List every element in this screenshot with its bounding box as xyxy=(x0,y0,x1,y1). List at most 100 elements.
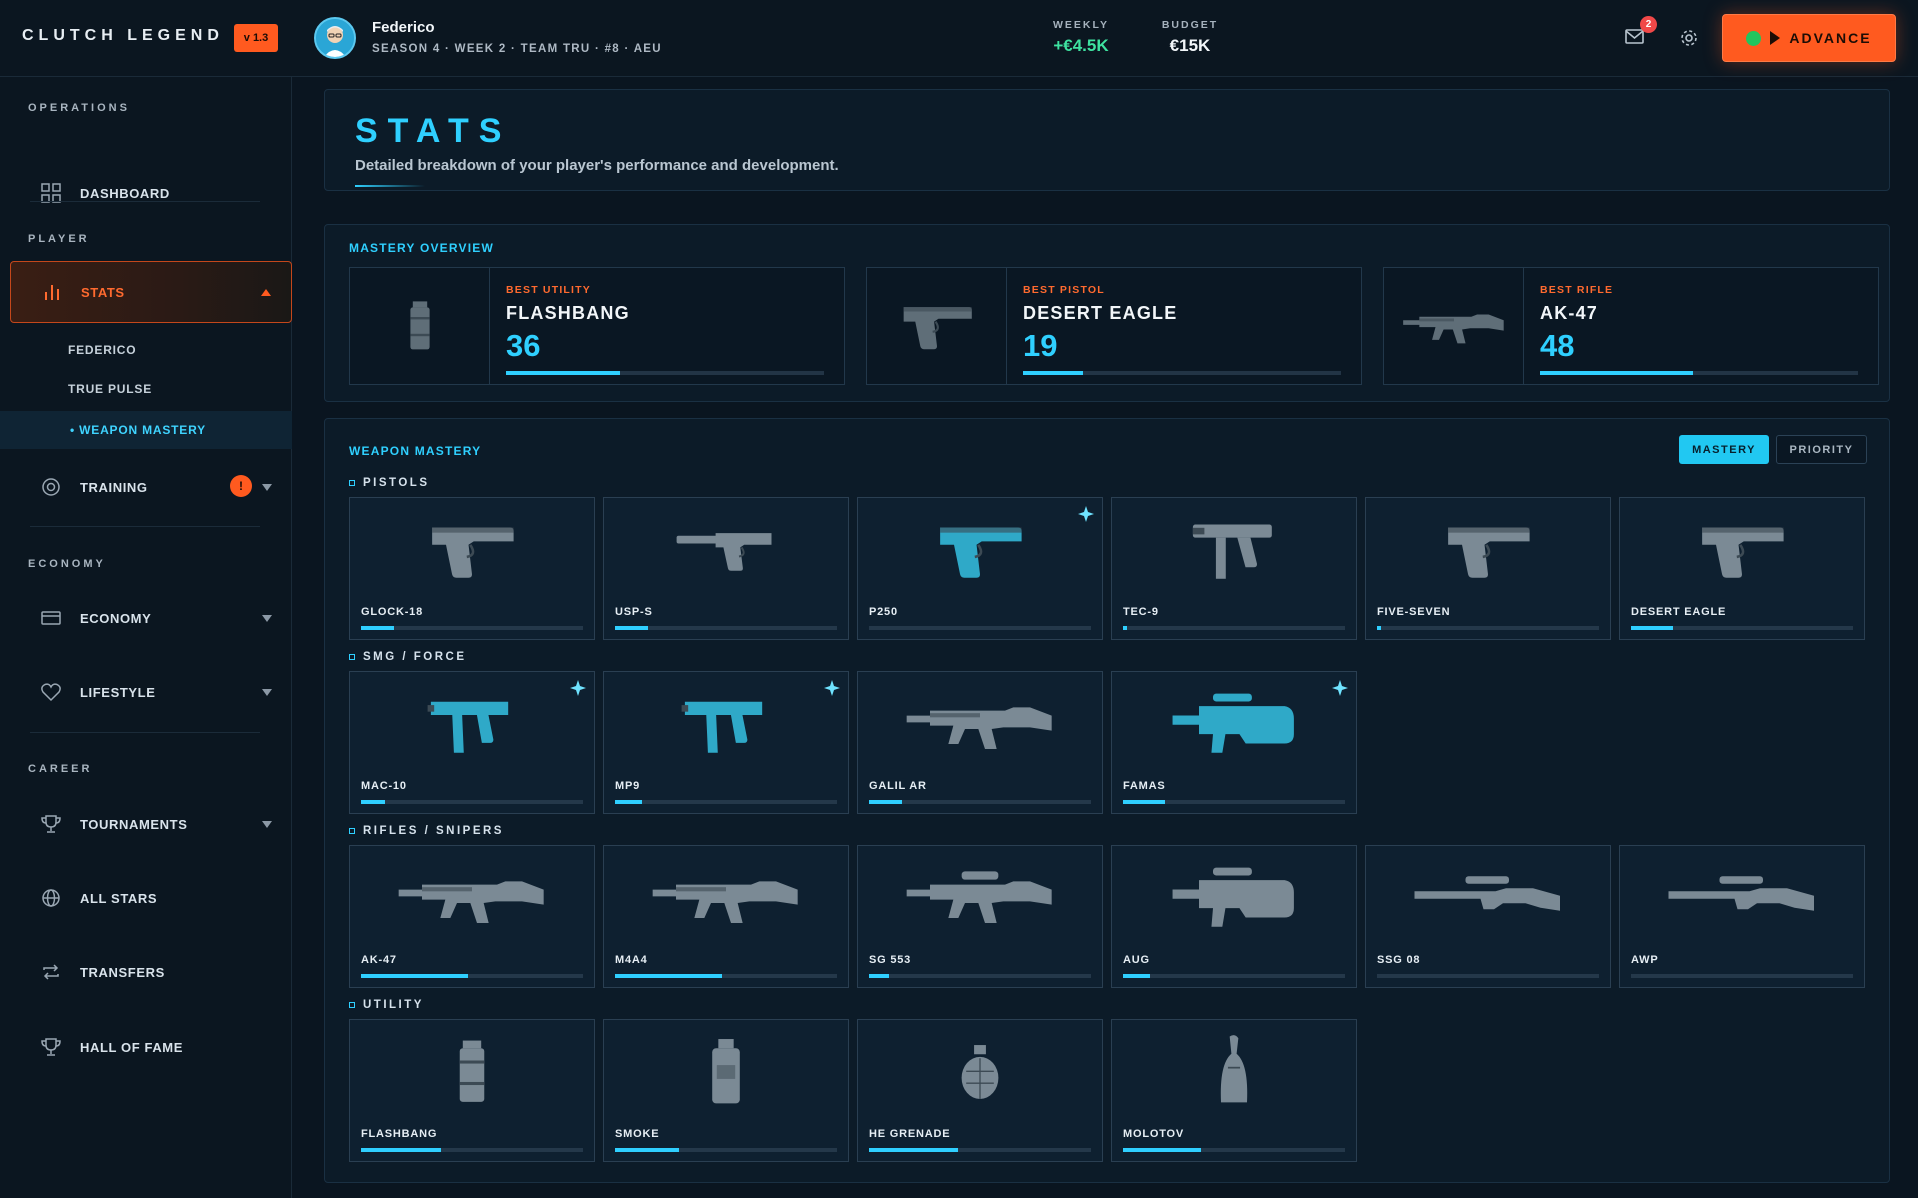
sidebar-item-transfers[interactable]: TRANSFERS xyxy=(10,941,292,1003)
sparkle-icon xyxy=(570,680,586,696)
best-weapon-card[interactable]: BEST UTILITY FLASHBANG 36 xyxy=(349,267,845,385)
sidebar-item-all-stars[interactable]: ALL STARS xyxy=(10,867,292,929)
advance-button[interactable]: ADVANCE xyxy=(1722,14,1896,62)
chevron-down-icon xyxy=(262,483,272,491)
weapon-card[interactable]: FLASHBANG xyxy=(349,1019,595,1162)
best-weapon-card[interactable]: BEST RIFLE AK-47 48 xyxy=(1383,267,1879,385)
progress-fill xyxy=(869,974,889,978)
progress-fill xyxy=(869,1148,958,1152)
progress-bar xyxy=(361,800,583,804)
best-weapon-value: 36 xyxy=(506,328,541,363)
sidebar-subitem-true-pulse[interactable]: TRUE PULSE xyxy=(68,382,152,396)
square-bullet-icon xyxy=(349,480,355,486)
progress-fill xyxy=(361,626,395,630)
grenade-icon xyxy=(350,268,490,384)
sidebar-item-label: TOURNAMENTS xyxy=(80,816,188,832)
advance-label: ADVANCE xyxy=(1789,30,1872,46)
alert-badge: ! xyxy=(230,475,252,497)
sidebar-item-training[interactable]: TRAINING ! xyxy=(10,456,292,518)
bullpup-icon xyxy=(1112,672,1356,776)
progress-bar xyxy=(1123,626,1345,630)
progress-bar xyxy=(1631,626,1853,630)
weapon-name: FAMAS xyxy=(1123,780,1166,792)
bar-chart-icon xyxy=(41,281,63,303)
group-label-text: PISTOLS xyxy=(363,477,430,489)
rifle-icon xyxy=(858,672,1102,776)
weekly-label: WEEKLY xyxy=(1053,19,1109,31)
weapon-card[interactable]: MAC-10 xyxy=(349,671,595,814)
best-category: BEST PISTOL xyxy=(1023,284,1105,296)
sidebar-subitem-federico[interactable]: FEDERICO xyxy=(68,343,136,357)
weapon-name: MOLOTOV xyxy=(1123,1128,1185,1140)
square-bullet-icon xyxy=(349,828,355,834)
weapon-card[interactable]: GALIL AR xyxy=(857,671,1103,814)
trophy-icon xyxy=(40,1036,62,1058)
silenced-pistol-icon xyxy=(604,498,848,602)
budget-label: BUDGET xyxy=(1161,19,1219,31)
weapon-group-label: UTILITY xyxy=(349,999,424,1011)
best-weapon-card[interactable]: BEST PISTOL DESERT EAGLE 19 xyxy=(866,267,1362,385)
app-brand: CLUTCH LEGEND xyxy=(22,27,224,44)
sidebar-item-hall-of-fame[interactable]: HALL OF FAME xyxy=(10,1016,292,1078)
weapon-card[interactable]: MP9 xyxy=(603,671,849,814)
weapon-group-label: SMG / FORCE xyxy=(349,651,467,663)
weapon-card[interactable]: M4A4 xyxy=(603,845,849,988)
sidebar-item-economy[interactable]: ECONOMY xyxy=(10,587,292,649)
weapon-name: AWP xyxy=(1631,954,1659,966)
weapon-card[interactable]: SMOKE xyxy=(603,1019,849,1162)
sidebar-item-label: ECONOMY xyxy=(80,610,152,626)
weapon-card[interactable]: AWP xyxy=(1619,845,1865,988)
progress-bar xyxy=(615,800,837,804)
rifle-icon xyxy=(350,846,594,950)
heart-icon xyxy=(40,681,62,703)
avatar[interactable] xyxy=(314,17,356,59)
section-player: PLAYER xyxy=(28,233,90,245)
sidebar-item-tournaments[interactable]: TOURNAMENTS xyxy=(10,793,292,855)
weapon-name: P250 xyxy=(869,606,898,618)
sidebar-subitem-weapon-mastery[interactable]: • WEAPON MASTERY xyxy=(0,411,292,449)
weapon-card[interactable]: SG 553 xyxy=(857,845,1103,988)
weapon-name: M4A4 xyxy=(615,954,648,966)
weapon-card[interactable]: TEC-9 xyxy=(1111,497,1357,640)
weapon-card[interactable]: AK-47 xyxy=(349,845,595,988)
weapon-name: TEC-9 xyxy=(1123,606,1159,618)
weapon-card[interactable]: SSG 08 xyxy=(1365,845,1611,988)
weapon-card[interactable]: P250 xyxy=(857,497,1103,640)
progress-fill xyxy=(1123,1148,1201,1152)
section-operations: OPERATIONS xyxy=(28,102,130,114)
weapon-card[interactable]: GLOCK-18 xyxy=(349,497,595,640)
progress-fill xyxy=(1123,626,1128,630)
section-career: CAREER xyxy=(28,763,93,775)
weapon-card[interactable]: HE GRENADE xyxy=(857,1019,1103,1162)
group-label-text: SMG / FORCE xyxy=(363,651,467,663)
weapon-name: USP-S xyxy=(615,606,653,618)
weapon-name: FLASHBANG xyxy=(361,1128,438,1140)
weapon-card[interactable]: AUG xyxy=(1111,845,1357,988)
best-weapon-name: AK-47 xyxy=(1540,303,1599,323)
smoke-grenade-icon xyxy=(604,1020,848,1124)
progress-bar xyxy=(615,974,837,978)
sidebar-item-lifestyle[interactable]: LIFESTYLE xyxy=(10,661,292,723)
weapon-card[interactable]: MOLOTOV xyxy=(1111,1019,1357,1162)
globe-icon xyxy=(40,887,62,909)
machine-pistol-icon xyxy=(1112,498,1356,602)
smg-icon xyxy=(350,672,594,776)
progress-bar xyxy=(1631,974,1853,978)
weapon-card[interactable]: USP-S xyxy=(603,497,849,640)
weapon-card[interactable]: DESERT EAGLE xyxy=(1619,497,1865,640)
mastery-toggle-button[interactable]: MASTERY xyxy=(1679,435,1769,464)
progress-fill xyxy=(1540,371,1693,375)
budget-value: €15K xyxy=(1169,36,1211,55)
sidebar-item-stats[interactable]: STATS xyxy=(10,261,292,323)
gear-icon[interactable] xyxy=(1678,27,1700,49)
weapon-name: GLOCK-18 xyxy=(361,606,424,618)
priority-toggle-button[interactable]: PRIORITY xyxy=(1776,435,1867,464)
progress-fill xyxy=(1123,974,1150,978)
weapon-card[interactable]: FIVE-SEVEN xyxy=(1365,497,1611,640)
weapon-card[interactable]: FAMAS xyxy=(1111,671,1357,814)
sidebar-item-label: HALL OF FAME xyxy=(80,1039,184,1055)
target-icon xyxy=(40,476,62,498)
divider xyxy=(30,526,260,527)
transfer-icon xyxy=(40,961,62,983)
sidebar-item-dashboard[interactable]: DASHBOARD xyxy=(10,162,292,224)
